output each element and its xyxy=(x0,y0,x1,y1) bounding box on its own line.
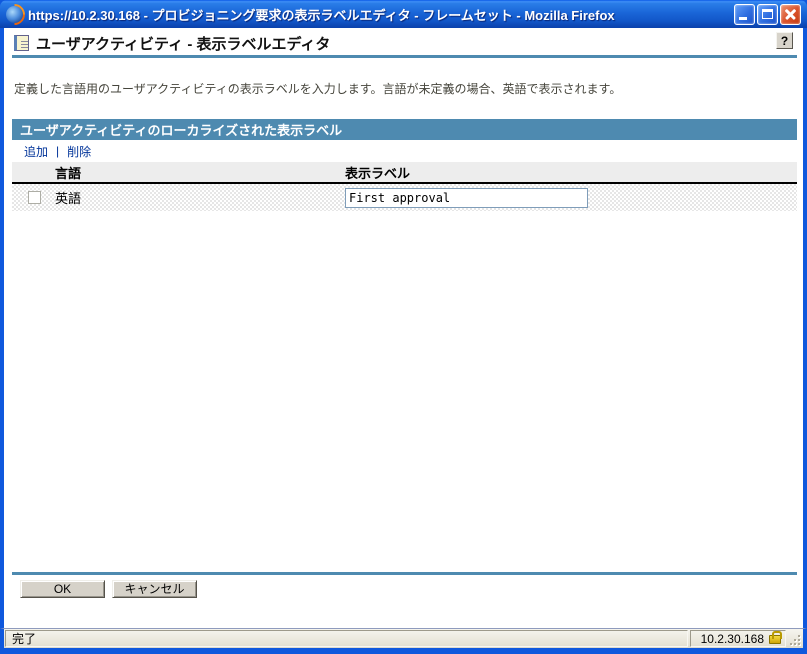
document-list-icon xyxy=(14,35,29,51)
help-button[interactable]: ? xyxy=(776,32,793,49)
window-controls xyxy=(734,3,801,25)
host-panel: 10.2.30.168 xyxy=(690,630,786,647)
resize-grip[interactable] xyxy=(788,630,802,647)
delete-link[interactable]: 削除 xyxy=(67,143,91,160)
footer-buttons: OK キャンセル xyxy=(20,580,197,598)
status-bar: 完了 10.2.30.168 xyxy=(0,628,807,648)
column-header-language: 言語 xyxy=(55,165,82,181)
firefox-icon xyxy=(6,5,23,23)
action-separator: | xyxy=(56,144,60,158)
ssl-lock-icon[interactable] xyxy=(769,631,782,644)
window-titlebar: https://10.2.30.168 - プロビジョニング要求の表示ラベルエデ… xyxy=(0,0,807,28)
host-address: 10.2.30.168 xyxy=(700,631,764,646)
minimize-icon xyxy=(739,16,747,20)
cancel-button[interactable]: キャンセル xyxy=(112,580,197,598)
ok-button[interactable]: OK xyxy=(20,580,105,598)
window-title: https://10.2.30.168 - プロビジョニング要求の表示ラベルエデ… xyxy=(28,7,615,23)
row-checkbox[interactable] xyxy=(28,191,41,204)
close-button[interactable] xyxy=(780,3,801,25)
page-description: 定義した言語用のユーザアクティビティの表示ラベルを入力します。言語が未定義の場合… xyxy=(14,82,622,96)
maximize-icon xyxy=(762,8,773,19)
maximize-button[interactable] xyxy=(757,3,778,25)
page-header: ユーザアクティビティ - 表示ラベルエディタ xyxy=(14,33,769,53)
page-title: ユーザアクティビティ - 表示ラベルエディタ xyxy=(36,35,331,53)
status-text: 完了 xyxy=(5,630,688,647)
row-language-label: 英語 xyxy=(55,191,82,206)
localized-labels-panel: ユーザアクティビティのローカライズされた表示ラベル 追加 | 削除 言語 表示ラ… xyxy=(12,119,797,211)
panel-header: ユーザアクティビティのローカライズされた表示ラベル xyxy=(12,119,797,140)
minimize-button[interactable] xyxy=(734,3,755,25)
header-divider xyxy=(12,55,797,58)
add-link[interactable]: 追加 xyxy=(24,143,48,160)
page-content: ユーザアクティビティ - 表示ラベルエディタ ? 定義した言語用のユーザアクティ… xyxy=(0,28,807,628)
column-header-display-label: 表示ラベル xyxy=(345,165,411,181)
table-row: 英語 xyxy=(12,184,797,211)
table-header-row: 言語 表示ラベル xyxy=(12,162,797,184)
browser-window: https://10.2.30.168 - プロビジョニング要求の表示ラベルエデ… xyxy=(0,0,807,654)
footer-divider xyxy=(12,572,797,575)
display-label-input[interactable] xyxy=(345,187,588,208)
panel-actions: 追加 | 削除 xyxy=(12,140,797,162)
window-frame-bottom xyxy=(0,648,807,654)
